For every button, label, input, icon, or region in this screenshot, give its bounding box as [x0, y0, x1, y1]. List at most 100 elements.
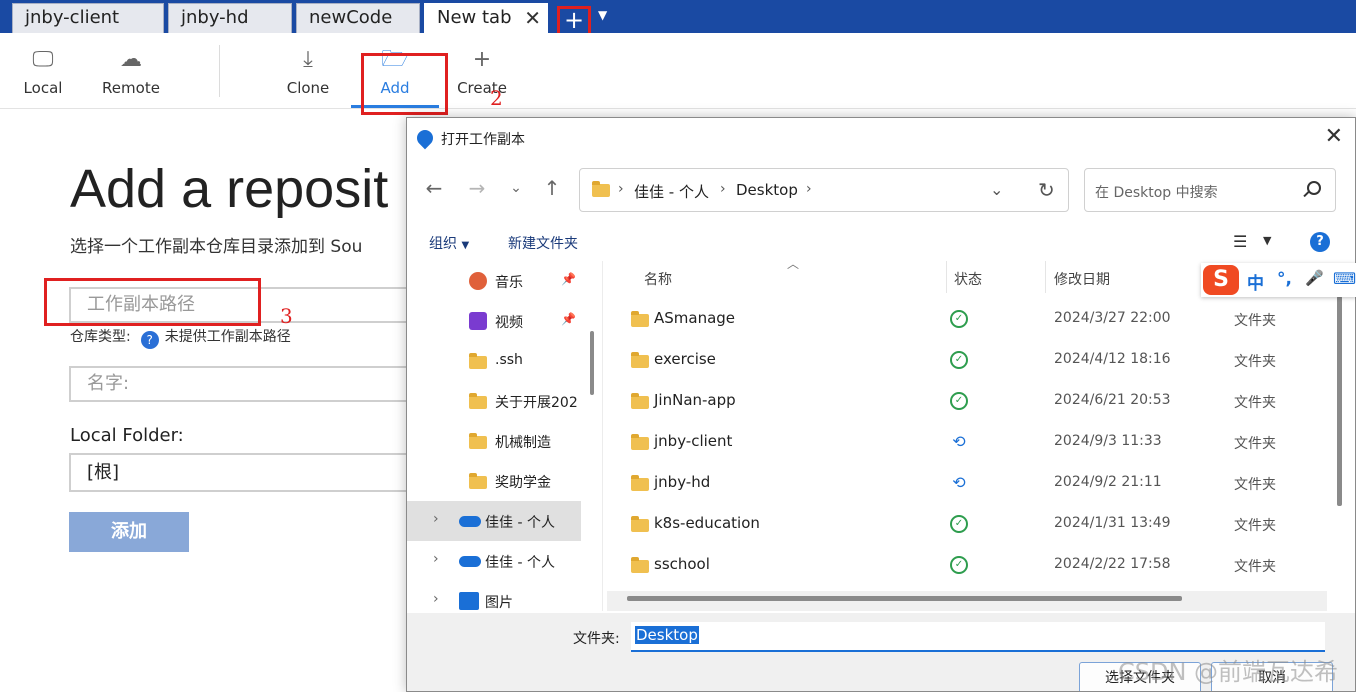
horizontal-scrollbar[interactable] — [627, 596, 1182, 601]
column-divider[interactable] — [946, 261, 947, 293]
dialog-title: 打开工作副本 — [441, 132, 525, 148]
nav-item-onedrive[interactable]: › 佳佳 - 个人 — [407, 501, 581, 541]
nav-item-music[interactable]: 音乐 📌 — [407, 261, 581, 301]
folder-icon — [469, 353, 487, 369]
tab-newcode[interactable]: newCode — [296, 3, 420, 33]
ime-mode-toggle[interactable]: 中 — [1247, 269, 1264, 294]
folder-icon — [631, 557, 649, 573]
up-arrow-icon[interactable]: ↑ — [539, 176, 565, 200]
keyboard-icon[interactable]: ⌨ — [1333, 269, 1356, 288]
nav-item-ssh[interactable]: .ssh — [407, 341, 581, 381]
sogou-logo-icon[interactable]: S — [1203, 265, 1239, 295]
sync-ok-icon: ✓ — [950, 392, 968, 410]
local-folder-select[interactable]: [根] — [69, 453, 429, 492]
help-icon[interactable]: ? — [1310, 232, 1330, 252]
breadcrumb-separator: › — [720, 181, 726, 197]
microphone-icon[interactable]: 🎤 — [1305, 269, 1324, 287]
chevron-down-icon[interactable]: ▼ — [1263, 234, 1271, 247]
column-header-name[interactable]: 名称 — [644, 269, 672, 289]
file-row[interactable]: JinNan-app ✓ 2024/6/21 20:53 文件夹 — [607, 381, 1332, 421]
refresh-icon[interactable]: ↻ — [1038, 178, 1055, 202]
nav-item-label: 佳佳 - 个人 — [485, 555, 555, 571]
page-subtitle: 选择一个工作副本仓库目录添加到 Sou — [70, 237, 363, 257]
folder-name-value: Desktop — [635, 626, 699, 644]
address-bar[interactable]: › 佳佳 - 个人 › Desktop › ⌄ ↻ — [579, 168, 1069, 212]
file-date: 2024/9/3 11:33 — [1054, 433, 1162, 449]
local-folder-label: Local Folder: — [70, 425, 184, 446]
close-icon[interactable]: ✕ — [524, 4, 541, 32]
folder-icon — [631, 475, 649, 491]
breadcrumb-item[interactable]: Desktop — [736, 181, 798, 199]
file-row[interactable]: ASmanage ✓ 2024/3/27 22:00 文件夹 — [607, 299, 1332, 339]
download-icon: ⤓ — [303, 47, 313, 72]
syncing-icon: ⟲ — [952, 432, 966, 451]
back-arrow-icon[interactable]: ← — [421, 176, 447, 200]
horizontal-scrollbar-track[interactable] — [607, 591, 1327, 611]
vertical-scrollbar[interactable] — [1337, 296, 1342, 506]
recent-chevron-icon[interactable]: ⌄ — [503, 180, 529, 196]
nav-item-folder[interactable]: 奖助学金 — [407, 461, 581, 501]
create-label: Create — [457, 79, 507, 97]
tab-jnby-hd[interactable]: jnby-hd — [168, 3, 292, 33]
nav-item-onedrive[interactable]: › 佳佳 - 个人 — [407, 541, 581, 581]
nav-item-videos[interactable]: 视频 📌 — [407, 301, 581, 341]
tab-label: jnby-hd — [181, 7, 249, 28]
create-button[interactable]: + Create — [442, 43, 522, 99]
column-header-status[interactable]: 状态 — [954, 269, 982, 289]
chevron-right-icon[interactable]: › — [433, 591, 439, 607]
file-name: sschool — [654, 555, 710, 573]
chevron-down-icon[interactable]: ⌄ — [990, 180, 1003, 199]
scrollbar[interactable] — [590, 331, 594, 395]
file-row[interactable]: jnby-hd ⟲ 2024/9/2 21:11 文件夹 — [607, 463, 1332, 503]
column-header-modified[interactable]: 修改日期 — [1054, 269, 1110, 289]
repo-type-label: 仓库类型: — [70, 329, 131, 345]
view-list-icon[interactable]: ☰ — [1233, 232, 1247, 251]
forward-arrow-icon[interactable]: → — [464, 176, 490, 200]
name-input[interactable]: 名字: — [69, 366, 429, 402]
breadcrumb-item[interactable]: 佳佳 - 个人 — [634, 181, 709, 202]
tab-new-tab[interactable]: New tab ✕ — [424, 3, 548, 33]
local-label: Local — [23, 79, 63, 97]
annotation-2: 2 — [490, 86, 503, 110]
file-name: ASmanage — [654, 309, 736, 327]
watermark: CSDN @前端瓦达希 — [1118, 658, 1339, 686]
ime-toolbar: S 中 °, 🎤 ⌨ — [1201, 263, 1356, 297]
new-folder-button[interactable]: 新建文件夹 — [508, 233, 578, 253]
nav-item-folder[interactable]: 关于开展202 — [407, 381, 581, 421]
folder-icon — [631, 434, 649, 450]
search-input[interactable]: 在 Desktop 中搜索 — [1084, 168, 1336, 212]
file-name: jnby-hd — [654, 473, 711, 491]
column-divider[interactable] — [1045, 261, 1046, 293]
folder-icon — [469, 473, 487, 489]
nav-item-pictures[interactable]: › 图片 — [407, 581, 581, 611]
pin-icon: 📌 — [561, 312, 576, 326]
add-repo-button[interactable]: 添加 — [69, 512, 189, 552]
tab-label: newCode — [309, 7, 393, 28]
folder-icon — [631, 311, 649, 327]
chevron-down-icon[interactable]: ▼ — [598, 8, 607, 22]
repo-type-value: 未提供工作副本路径 — [164, 329, 291, 345]
file-row[interactable]: k8s-education ✓ 2024/1/31 13:49 文件夹 — [607, 504, 1332, 544]
clone-button[interactable]: ⤓ Clone — [268, 43, 348, 99]
file-row[interactable]: sschool ✓ 2024/2/22 17:58 文件夹 — [607, 545, 1332, 585]
remote-button[interactable]: ☁ Remote — [91, 43, 171, 99]
tab-label: jnby-client — [25, 7, 120, 28]
folder-name-input[interactable]: Desktop — [631, 622, 1325, 652]
nav-item-label: 奖助学金 — [495, 475, 551, 491]
organize-menu[interactable]: 组织 ▼ — [429, 233, 469, 253]
nav-item-folder[interactable]: 机械制造 — [407, 421, 581, 461]
file-row[interactable]: jnby-client ⟲ 2024/9/3 11:33 文件夹 — [607, 422, 1332, 462]
chevron-right-icon[interactable]: › — [433, 511, 439, 527]
tab-jnby-client[interactable]: jnby-client — [12, 3, 164, 33]
chevron-right-icon[interactable]: › — [433, 551, 439, 567]
file-row[interactable]: exercise ✓ 2024/4/12 18:16 文件夹 — [607, 340, 1332, 380]
local-button[interactable]: 🖵 Local — [3, 43, 83, 99]
file-name: exercise — [654, 350, 716, 368]
ime-punctuation-toggle[interactable]: °, — [1277, 269, 1292, 289]
sync-ok-icon: ✓ — [950, 515, 968, 533]
breadcrumb-separator: › — [806, 181, 812, 197]
sync-ok-icon: ✓ — [950, 310, 968, 328]
folder-icon — [631, 516, 649, 532]
close-icon[interactable]: ✕ — [1325, 124, 1343, 149]
nav-item-label: 图片 — [485, 595, 513, 611]
